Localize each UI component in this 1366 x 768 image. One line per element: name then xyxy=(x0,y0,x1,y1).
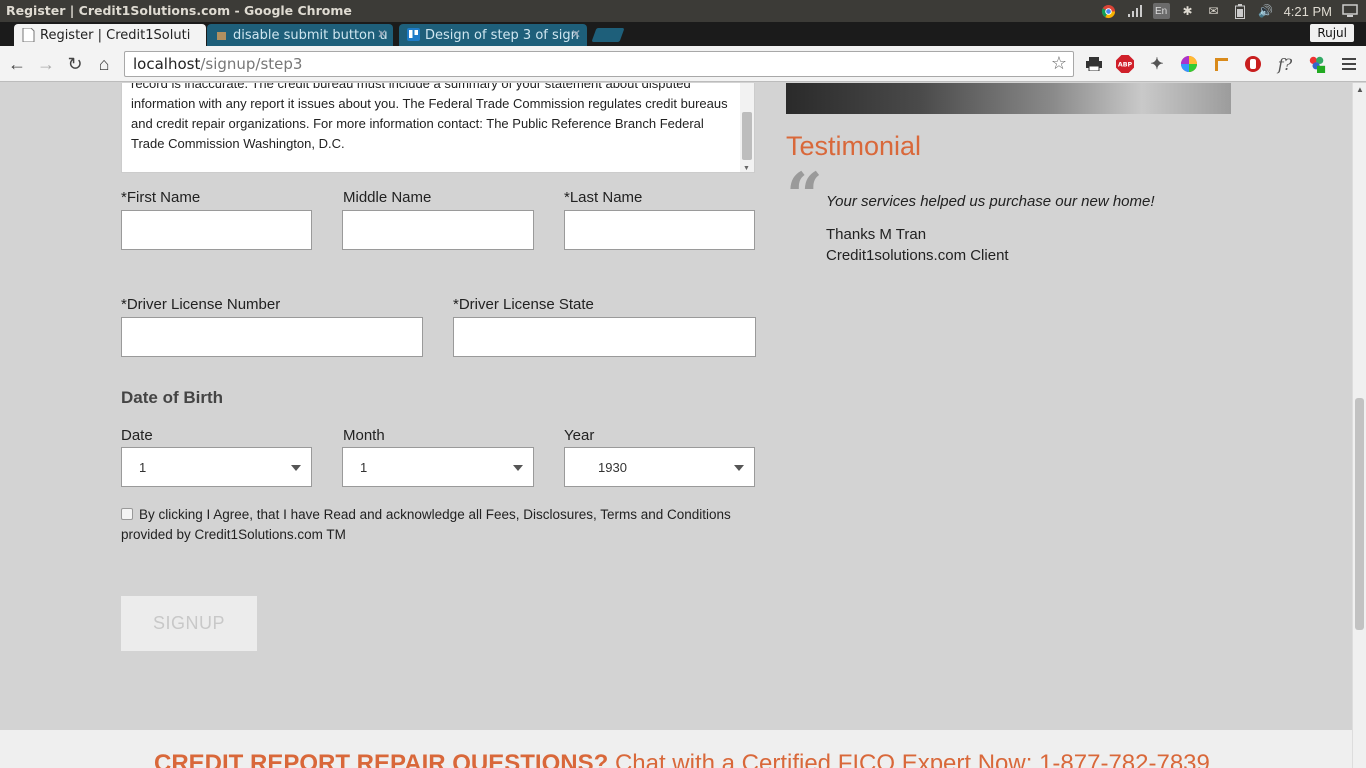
dl-state-input[interactable] xyxy=(453,317,756,357)
tab-strip: Register | Credit1Soluti disable submit … xyxy=(0,22,1366,46)
close-icon[interactable]: ✕ xyxy=(571,27,581,41)
new-tab-button[interactable] xyxy=(591,28,625,42)
year-select[interactable]: 1930 xyxy=(564,447,755,487)
chrome-icon[interactable] xyxy=(1101,3,1117,19)
quote-icon: “ xyxy=(786,159,823,234)
month-label: Month xyxy=(343,427,385,444)
function-icon[interactable]: f? xyxy=(1276,55,1294,74)
month-value: 1 xyxy=(360,460,368,475)
tab-disable-submit[interactable]: disable submit button u ✕ xyxy=(207,24,393,46)
mail-icon[interactable]: ✉ xyxy=(1206,3,1222,19)
tab-design-step3[interactable]: Design of step 3 of sign ✕ xyxy=(399,24,587,46)
year-value: 1930 xyxy=(598,460,627,475)
page-scrollbar[interactable]: ▲ xyxy=(1352,83,1366,768)
signup-button[interactable]: SIGNUP xyxy=(121,596,257,651)
middle-name-input[interactable] xyxy=(342,210,534,250)
adblock-icon[interactable]: ABP xyxy=(1116,55,1134,73)
chevron-down-icon xyxy=(291,465,301,471)
page-scrollbar-thumb[interactable] xyxy=(1355,398,1364,630)
system-tray: En ✱ ✉ 🔊 4:21 PM xyxy=(1101,2,1358,20)
disclosure-text: record is inaccurate. The credit bureau … xyxy=(131,83,728,151)
window-title: Register | Credit1Solutions.com - Google… xyxy=(6,3,352,18)
back-icon[interactable]: ← xyxy=(6,53,28,75)
tab-label: Design of step 3 of sign xyxy=(425,27,579,43)
month-select[interactable]: 1 xyxy=(342,447,534,487)
page-icon xyxy=(22,28,35,42)
disclosure-textarea[interactable]: record is inaccurate. The credit bureau … xyxy=(121,83,755,173)
footer-headline: CREDIT REPORT REPAIR QUESTIONS? xyxy=(154,750,609,768)
last-name-input[interactable] xyxy=(564,210,755,250)
adblock-label: ABP xyxy=(1118,62,1133,69)
close-icon[interactable]: ✕ xyxy=(377,27,387,41)
ruler-icon[interactable] xyxy=(1212,55,1230,73)
address-bar[interactable]: localhost/signup/step3 ☆ xyxy=(124,51,1074,77)
printer-icon[interactable] xyxy=(1085,55,1103,73)
footer-text: CREDIT REPORT REPAIR QUESTIONS? Chat wit… xyxy=(154,750,1210,768)
eyedropper-icon[interactable]: ✦ xyxy=(1148,55,1166,73)
os-top-bar: Register | Credit1Solutions.com - Google… xyxy=(0,0,1366,22)
battery-icon[interactable] xyxy=(1232,3,1248,19)
power-icon[interactable] xyxy=(1342,3,1358,19)
browser-toolbar: ← → ↻ ⌂ localhost/signup/step3 ☆ ABP ✦ f… xyxy=(0,46,1366,82)
hero-image xyxy=(786,83,1231,114)
testimonial-author-block: Thanks M Tran Credit1solutions.com Clien… xyxy=(826,224,1009,266)
bluetooth-icon[interactable]: ✱ xyxy=(1180,3,1196,19)
date-value: 1 xyxy=(139,460,147,475)
date-label: Date xyxy=(121,427,153,444)
forward-icon[interactable]: → xyxy=(35,53,57,75)
url-path: /signup/step3 xyxy=(200,55,303,73)
reload-icon[interactable]: ↻ xyxy=(64,53,86,75)
middle-name-label: Middle Name xyxy=(343,189,432,206)
url-host: localhost xyxy=(133,55,201,73)
stackoverflow-icon xyxy=(217,32,226,40)
footer-banner: CREDIT REPORT REPAIR QUESTIONS? Chat wit… xyxy=(0,730,1352,768)
signal-icon[interactable] xyxy=(1127,3,1143,19)
trello-icon xyxy=(407,28,420,41)
footer-cta[interactable]: Chat with a Certified FICO Expert Now: 1… xyxy=(615,750,1210,768)
disclosure-scrollbar[interactable]: ▼ xyxy=(740,83,754,172)
dl-number-label: *Driver License Number xyxy=(121,296,281,313)
agree-checkbox[interactable] xyxy=(121,508,133,520)
chevron-down-icon xyxy=(734,465,744,471)
testimonial-author-org: Credit1solutions.com Client xyxy=(826,247,1009,264)
menu-icon[interactable] xyxy=(1340,55,1358,73)
volume-icon[interactable]: 🔊 xyxy=(1258,3,1274,19)
color-wheel-icon[interactable] xyxy=(1180,55,1198,73)
dl-state-label: *Driver License State xyxy=(453,296,594,313)
profile-button[interactable]: Rujul xyxy=(1310,24,1354,42)
home-icon[interactable]: ⌂ xyxy=(93,53,115,75)
tab-label: disable submit button u xyxy=(233,27,388,43)
dl-number-input[interactable] xyxy=(121,317,423,357)
testimonial-title: Testimonial xyxy=(786,131,922,161)
scroll-up-icon[interactable]: ▲ xyxy=(1356,85,1364,94)
clock[interactable]: 4:21 PM xyxy=(1284,4,1332,19)
testimonial-quote: Your services helped us purchase our new… xyxy=(826,193,1155,210)
extension-badge-icon[interactable] xyxy=(1308,55,1326,73)
agree-text: By clicking I Agree, that I have Read an… xyxy=(121,507,731,542)
keyboard-en-icon[interactable]: En xyxy=(1152,3,1170,19)
last-name-label: *Last Name xyxy=(564,189,643,206)
scrollbar-thumb[interactable] xyxy=(742,112,752,160)
bookmark-star-icon[interactable]: ☆ xyxy=(1051,53,1067,74)
page-content: record is inaccurate. The credit bureau … xyxy=(0,83,1352,768)
testimonial-author: Thanks M Tran xyxy=(826,226,927,243)
tab-register[interactable]: Register | Credit1Soluti xyxy=(14,24,206,46)
first-name-input[interactable] xyxy=(121,210,312,250)
agree-row: By clicking I Agree, that I have Read an… xyxy=(121,505,761,545)
chevron-down-icon xyxy=(513,465,523,471)
dob-heading: Date of Birth xyxy=(121,388,223,407)
date-select[interactable]: 1 xyxy=(121,447,312,487)
scroll-down-icon[interactable]: ▼ xyxy=(743,165,750,172)
tab-label: Register | Credit1Soluti xyxy=(40,27,191,43)
stop-icon[interactable] xyxy=(1244,55,1262,73)
year-label: Year xyxy=(564,427,595,444)
first-name-label: *First Name xyxy=(121,189,201,206)
